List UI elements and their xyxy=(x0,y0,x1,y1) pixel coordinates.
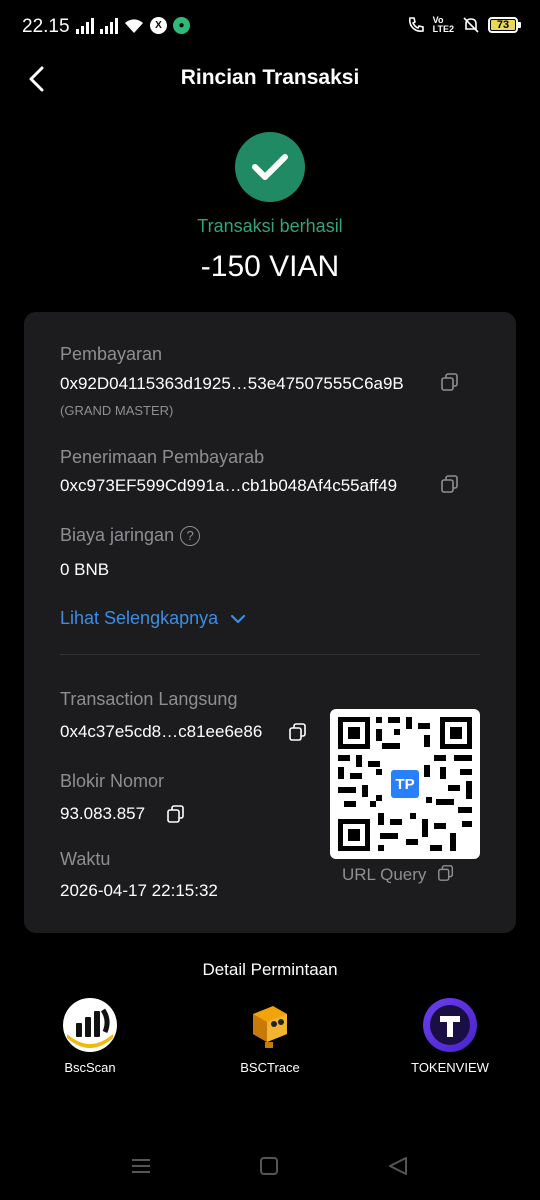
explorer-bsctrace-label: BSCTrace xyxy=(240,1060,300,1075)
tx-hash: 0x4c37e5cd8…c81ee6e86 xyxy=(60,722,263,741)
help-icon[interactable]: ? xyxy=(180,525,201,546)
fee-label: Biaya jaringan xyxy=(60,525,175,545)
call-icon xyxy=(408,17,424,32)
header: Rincian Transaksi xyxy=(0,56,540,102)
page-title: Rincian Transaksi xyxy=(180,66,360,89)
app-notification-icon: ● xyxy=(173,17,190,34)
transaction-details-card: Pembayaran 0x92D04115363d1925…53e4750755… xyxy=(24,312,516,933)
chevron-down-icon xyxy=(231,614,246,623)
fee-label-row: Biaya jaringan? xyxy=(60,525,201,546)
mute-icon xyxy=(463,17,479,33)
copy-tx-icon[interactable] xyxy=(288,722,308,742)
block-label: Blokir Nomor xyxy=(60,771,165,791)
status-time: 22.15 xyxy=(22,16,70,37)
explorer-bsctrace[interactable]: BSCTrace xyxy=(200,998,340,1075)
explorer-bscscan[interactable]: BscScan xyxy=(20,998,160,1075)
see-more-label: Lihat Selengkapnya xyxy=(60,608,219,628)
see-more-button[interactable]: Lihat Selengkapnya xyxy=(60,608,246,629)
time-value: 2026-04-17 22:15:32 xyxy=(60,881,218,900)
qr-code[interactable]: TP xyxy=(330,709,480,859)
bscscan-icon xyxy=(63,998,117,1052)
payment-tag: (GRAND MASTER) xyxy=(60,403,174,418)
fee-value: 0 BNB xyxy=(60,560,110,579)
tx-label: Transaction Langsung xyxy=(60,689,238,709)
copy-block-icon[interactable] xyxy=(166,804,186,824)
url-query-button[interactable]: URL Query xyxy=(342,864,455,885)
copy-payment-icon[interactable] xyxy=(440,372,460,392)
payment-label: Pembayaran xyxy=(60,344,163,364)
system-nav-bar xyxy=(0,1146,540,1186)
wifi-icon xyxy=(125,19,143,33)
back-nav-icon[interactable] xyxy=(388,1156,408,1176)
x-app-icon: X xyxy=(150,17,167,34)
status-bar: 22.15 X ● Vo LTE2 73 xyxy=(0,0,540,56)
signal-2-icon xyxy=(100,17,118,34)
receiver-label: Penerimaan Pembayarab xyxy=(60,447,265,467)
copy-url-icon xyxy=(438,865,454,881)
explorer-tokenview-label: TOKENVIEW xyxy=(411,1060,489,1075)
signal-icon xyxy=(76,17,94,34)
qr-code-graphic: TP xyxy=(338,717,472,851)
success-check-icon xyxy=(235,132,305,202)
battery-icon: 73 xyxy=(488,17,521,33)
explorer-tokenview[interactable]: TOKENVIEW xyxy=(380,998,520,1075)
transaction-amount: -150 VIAN xyxy=(200,250,340,283)
home-icon[interactable] xyxy=(260,1157,278,1175)
tokenview-icon xyxy=(423,998,477,1052)
status-left-icons: X ● xyxy=(76,17,190,34)
bsctrace-icon xyxy=(243,998,297,1052)
copy-receiver-icon[interactable] xyxy=(440,474,460,494)
recent-apps-icon[interactable] xyxy=(131,1157,151,1175)
divider xyxy=(60,654,480,655)
time-label: Waktu xyxy=(60,849,111,869)
qr-badge: TP xyxy=(395,776,414,793)
receiver-address: 0xc973EF599Cd991a…cb1b048Af4c55aff49 xyxy=(60,476,398,495)
explorer-bscscan-label: BscScan xyxy=(64,1060,116,1075)
detail-request-title: Detail Permintaan xyxy=(202,960,338,979)
status-right-icons: Vo LTE2 73 xyxy=(407,15,521,34)
transaction-status: Transaksi berhasil xyxy=(197,216,343,236)
url-query-label: URL Query xyxy=(342,865,427,884)
volte-icon: Vo LTE2 xyxy=(432,15,454,34)
block-value: 93.083.857 xyxy=(60,804,146,823)
payment-address: 0x92D04115363d1925…53e47507555C6a9B xyxy=(60,374,404,393)
